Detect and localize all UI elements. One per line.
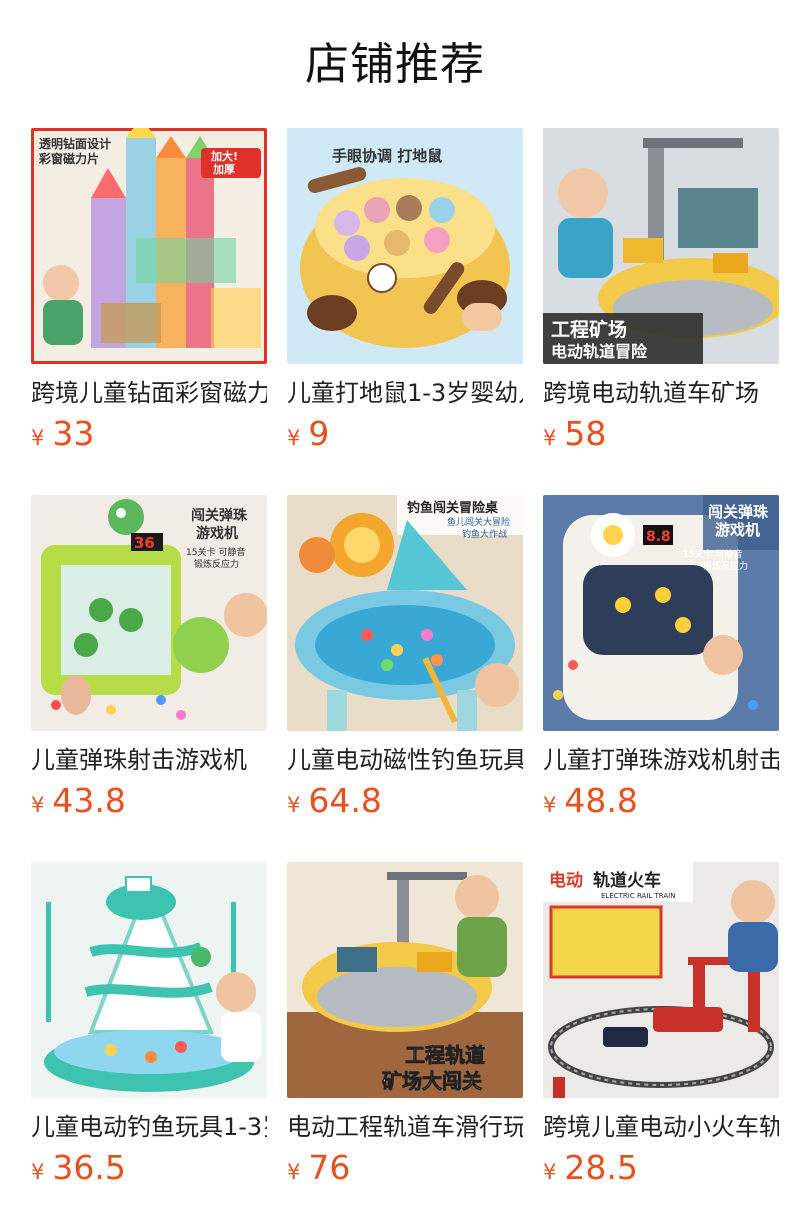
product-name[interactable]: 跨境儿童钻面彩窗磁力片 [31,377,267,409]
product-card-pinball-shooter[interactable]: 36 闯关弹珠 游戏机 15关卡 可静音 锻炼反应力 儿童弹珠射击游戏机 ¥ 4… [31,495,267,862]
product-photo-magnetic-fishing: 钓鱼闯关冒险桌 鱼儿闯关大冒险 钓鱼大作战 [287,495,523,731]
product-name[interactable]: 跨境电动轨道车矿场 [543,377,779,409]
image-caption-line: 电动轨道冒险 [551,342,648,361]
price-value: 36.5 [52,1148,126,1187]
product-photo-pinball-machine: 8.8 闯关弹珠 游戏机 15关卡 可静音 锻炼反应力 [543,495,779,731]
score-display: 8.8 [646,529,671,545]
product-card-electric-train[interactable]: 电动 轨道火车 ELECTRIC RAIL TRAIN 跨境儿童电动小火车轨道 … [543,862,779,1229]
section-title: 店铺推荐 [305,39,485,90]
image-caption-badge: 加大! [210,149,238,163]
image-caption-line: 钓鱼大作战 [462,528,507,540]
product-card-pinball-machine[interactable]: 8.8 闯关弹珠 游戏机 15关卡 可静音 锻炼反应力 儿童打弹珠游戏机射击 ¥… [543,495,779,862]
product-image[interactable] [31,862,267,1098]
product-card-whack-a-mole[interactable]: 手眼协调 打地鼠 儿童打地鼠1-3岁婴幼儿 ¥ 9 [287,128,523,495]
currency-symbol: ¥ [31,793,45,817]
currency-symbol: ¥ [287,1160,301,1184]
currency-symbol: ¥ [287,793,301,817]
product-photo-pinball-shooter: 36 闯关弹珠 游戏机 15关卡 可静音 锻炼反应力 [31,495,267,731]
product-image[interactable]: 工程矿场 电动轨道冒险 [543,128,779,364]
product-image[interactable]: 电动 轨道火车 ELECTRIC RAIL TRAIN [543,862,779,1098]
image-caption-line: 游戏机 [196,525,238,542]
product-photo-whack-a-mole: 手眼协调 打地鼠 [287,128,523,364]
image-caption-line: 鱼儿闯关大冒险 [447,516,510,528]
product-name[interactable]: 跨境儿童电动小火车轨道 [543,1111,779,1143]
image-caption-line: 锻炼反应力 [703,560,748,572]
product-price: ¥ 33 [31,415,267,453]
image-caption-line: 矿场大闯关 [382,1069,482,1093]
price-value: 76 [308,1148,351,1187]
product-image[interactable]: 钓鱼闯关冒险桌 鱼儿闯关大冒险 钓鱼大作战 [287,495,523,731]
image-caption-line: 彩窗磁力片 [38,151,99,166]
image-caption-badge: 加厚 [212,162,235,176]
product-image[interactable]: 手眼协调 打地鼠 [287,128,523,364]
product-image[interactable]: 透明钻面设计 彩窗磁力片 加大! 加厚 [31,128,267,364]
product-photo-electric-train: 电动 轨道火车 ELECTRIC RAIL TRAIN [543,862,779,1098]
product-photo-engineering-track: 工程轨道 矿场大闯关 [287,862,523,1098]
image-caption-line: 闯关弹珠 [708,503,769,521]
currency-symbol: ¥ [543,793,557,817]
image-caption-line: 透明钻面设计 [39,136,111,151]
product-name[interactable]: 儿童电动磁性钓鱼玩具 [287,744,523,776]
image-caption-line: 轨道火车 [593,870,661,891]
product-name[interactable]: 儿童打地鼠1-3岁婴幼儿 [287,377,523,409]
image-caption-line: 手眼协调 打地鼠 [332,147,442,165]
product-price: ¥ 28.5 [543,1149,779,1187]
price-value: 28.5 [564,1148,638,1187]
score-display: 36 [134,534,155,552]
product-photo-electric-fishing [31,862,267,1098]
product-photo-magnetic-tiles: 透明钻面设计 彩窗磁力片 加大! 加厚 [31,128,267,364]
product-price: ¥ 43.8 [31,782,267,820]
product-card-magnetic-tiles[interactable]: 透明钻面设计 彩窗磁力片 加大! 加厚 跨境儿童钻面彩窗磁力片 ¥ 33 [31,128,267,495]
currency-symbol: ¥ [543,426,557,450]
price-value: 64.8 [308,781,382,820]
product-name[interactable]: 电动工程轨道车滑行玩具 [287,1111,523,1143]
product-card-magnetic-fishing[interactable]: 钓鱼闯关冒险桌 鱼儿闯关大冒险 钓鱼大作战 儿童电动磁性钓鱼玩具 ¥ 64.8 [287,495,523,862]
product-price: ¥ 64.8 [287,782,523,820]
image-caption-line: ELECTRIC RAIL TRAIN [601,892,675,900]
product-name[interactable]: 儿童电动钓鱼玩具1-3岁 [31,1111,267,1143]
currency-symbol: ¥ [287,426,301,450]
product-image[interactable]: 8.8 闯关弹珠 游戏机 15关卡 可静音 锻炼反应力 [543,495,779,731]
image-caption-line: 电动 [549,870,583,891]
product-card-electric-fishing[interactable]: 儿童电动钓鱼玩具1-3岁 ¥ 36.5 [31,862,267,1229]
store-recommendations-page: 店铺推荐 透明钻面设计 彩窗磁力片 加大! 加厚 跨境儿童钻面彩窗磁力 ¥ 33… [0,0,790,1230]
image-caption-line: 15关卡 可静音 [186,546,245,558]
price-value: 33 [52,414,95,453]
product-card-engineering-track[interactable]: 工程轨道 矿场大闯关 电动工程轨道车滑行玩具 ¥ 76 [287,862,523,1229]
product-price: ¥ 9 [287,415,523,453]
product-price: ¥ 76 [287,1149,523,1187]
price-value: 58 [564,414,607,453]
product-card-mining-track[interactable]: 工程矿场 电动轨道冒险 跨境电动轨道车矿场 ¥ 58 [543,128,779,495]
image-caption-line: 闯关弹珠 [191,507,248,524]
image-caption-line: 锻炼反应力 [194,558,239,570]
product-name[interactable]: 儿童打弹珠游戏机射击 [543,744,779,776]
image-caption-line: 游戏机 [715,521,760,539]
price-value: 43.8 [52,781,126,820]
currency-symbol: ¥ [543,1160,557,1184]
price-value: 48.8 [564,781,638,820]
product-price: ¥ 48.8 [543,782,779,820]
currency-symbol: ¥ [31,1160,45,1184]
product-image[interactable]: 36 闯关弹珠 游戏机 15关卡 可静音 锻炼反应力 [31,495,267,731]
product-name[interactable]: 儿童弹珠射击游戏机 [31,744,267,776]
price-value: 9 [308,414,330,453]
currency-symbol: ¥ [31,426,45,450]
image-caption-line: 工程轨道 [405,1043,485,1067]
product-price: ¥ 36.5 [31,1149,267,1187]
product-price: ¥ 58 [543,415,779,453]
product-grid: 透明钻面设计 彩窗磁力片 加大! 加厚 跨境儿童钻面彩窗磁力片 ¥ 33 [31,128,790,1229]
image-caption-line: 钓鱼闯关冒险桌 [407,500,499,516]
product-image[interactable]: 工程轨道 矿场大闯关 [287,862,523,1098]
product-photo-mining-track: 工程矿场 电动轨道冒险 [543,128,779,364]
image-caption-line: 工程矿场 [551,318,627,341]
image-caption-line: 15关卡 可静音 [683,548,742,560]
